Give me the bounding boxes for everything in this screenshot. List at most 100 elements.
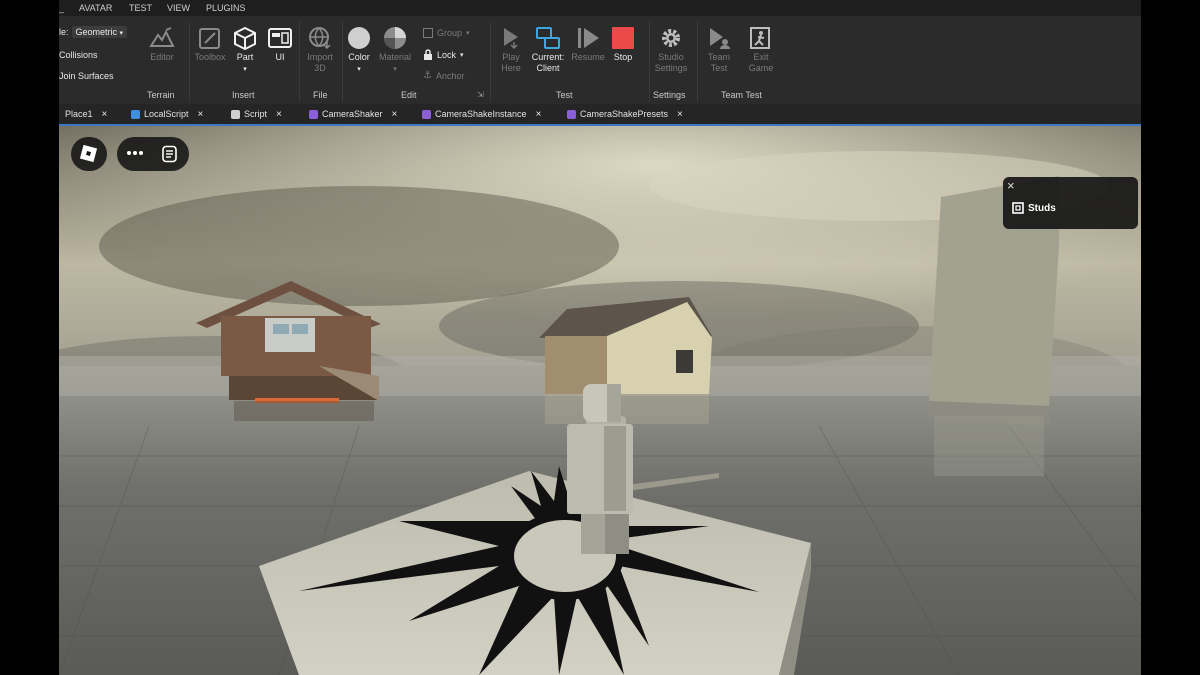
tab-label: CameraShakePresets xyxy=(580,109,669,119)
close-icon[interactable]: × xyxy=(198,109,204,120)
more-options-button[interactable] xyxy=(125,150,145,156)
divider xyxy=(649,22,650,102)
chevron-down-icon: ▾ xyxy=(357,66,361,73)
tab-label: LocalScript xyxy=(144,109,189,119)
roblox-logo-icon xyxy=(79,144,98,163)
chevron-down-icon: ▾ xyxy=(460,51,464,59)
part-cube-icon xyxy=(234,26,256,50)
stop-label: Stop xyxy=(613,52,633,62)
more-dots-icon xyxy=(133,151,137,155)
play-here-button[interactable]: Play Here xyxy=(495,26,527,74)
tab-camerashaker[interactable]: CameraShaker × xyxy=(309,104,397,124)
tab-place1[interactable]: Place1 × xyxy=(65,104,107,124)
divider xyxy=(697,22,698,102)
color-label: Color xyxy=(348,52,370,62)
terrain-mode-dropdown[interactable]: Geometric ▾ xyxy=(71,26,128,38)
group-button[interactable]: Group ▾ xyxy=(423,28,470,38)
test-group-label: Test xyxy=(556,90,573,100)
terrain-editor-icon xyxy=(149,27,175,47)
resume-icon xyxy=(578,28,599,48)
part-button[interactable]: Part ▾ xyxy=(229,26,261,73)
menu-item-fragment[interactable]: _ xyxy=(59,3,64,13)
team-test-label: Test xyxy=(710,63,728,73)
resume-label: Resume xyxy=(571,52,605,62)
chevron-down-icon: ▾ xyxy=(393,66,397,73)
document-tab-bar: Place1 × LocalScript × Script × CameraSh… xyxy=(59,104,1141,126)
stop-button[interactable]: Stop xyxy=(609,26,637,63)
ui-button[interactable]: UI xyxy=(265,26,295,63)
tab-script[interactable]: Script × xyxy=(231,104,282,124)
menu-item-view[interactable]: VIEW xyxy=(167,3,190,13)
terrain-mode-row: le: Geometric ▾ xyxy=(59,26,128,38)
color-button[interactable]: Color ▾ xyxy=(344,26,374,73)
exit-game-label: Game xyxy=(748,63,774,73)
toolbox-label: Toolbox xyxy=(194,52,226,62)
game-viewport[interactable]: × Studs xyxy=(59,126,1141,675)
tab-camerashakepresets[interactable]: CameraShakePresets × xyxy=(567,104,683,124)
lock-button[interactable]: Lock ▾ xyxy=(423,49,464,60)
import-label: Import xyxy=(307,52,333,62)
tab-camerashakeinstance[interactable]: CameraShakeInstance × xyxy=(422,104,541,124)
exit-game-button[interactable]: Exit Game xyxy=(745,26,777,74)
team-test-group-label: Team Test xyxy=(721,90,762,100)
insert-group-label: Insert xyxy=(232,90,255,100)
material-label: Material xyxy=(378,52,411,62)
more-dots-icon xyxy=(127,151,131,155)
chat-icon xyxy=(162,145,177,163)
chevron-down-icon: ▾ xyxy=(243,66,247,73)
more-dots-icon xyxy=(139,151,143,155)
import-3d-button[interactable]: Import 3D xyxy=(305,26,335,74)
lock-icon xyxy=(424,49,432,60)
roblox-studio-window: _ AVATAR TEST VIEW PLUGINS le: Geometric… xyxy=(59,0,1141,675)
close-icon[interactable]: × xyxy=(677,109,683,120)
import-3d-label: 3D xyxy=(314,63,326,73)
toolbox-icon xyxy=(199,28,220,49)
tab-localscript[interactable]: LocalScript × xyxy=(131,104,203,124)
tab-label: Script xyxy=(244,109,268,119)
join-surfaces-toggle[interactable]: Join Surfaces xyxy=(59,71,114,81)
edit-group-expand[interactable]: ⇲ xyxy=(477,90,484,99)
studs-logo-icon xyxy=(1012,202,1024,214)
chat-button[interactable] xyxy=(161,145,179,163)
close-icon[interactable]: × xyxy=(276,109,282,120)
client-label: Client xyxy=(536,63,560,73)
team-test-icon xyxy=(710,28,730,49)
tab-label: Place1 xyxy=(65,109,93,119)
close-icon[interactable]: × xyxy=(1007,178,1015,193)
anchor-label: Anchor xyxy=(435,70,465,81)
toolbox-button[interactable]: Toolbox xyxy=(193,26,227,63)
close-icon[interactable]: × xyxy=(392,109,398,120)
material-button[interactable]: Material ▾ xyxy=(377,26,413,73)
divider xyxy=(189,22,190,102)
group-label-text: Group xyxy=(437,28,463,38)
close-icon[interactable]: × xyxy=(102,109,108,120)
divider xyxy=(299,22,300,102)
menu-item-test[interactable]: TEST xyxy=(129,3,152,13)
ribbon-toolbar: le: Geometric ▾ Collisions Join Surfaces… xyxy=(59,16,1141,104)
current-client-button[interactable]: Current: Client xyxy=(529,26,567,74)
studio-settings-button[interactable]: Studio Settings xyxy=(653,26,689,74)
menu-item-plugins[interactable]: PLUGINS xyxy=(206,3,246,13)
team-test-button[interactable]: Team Test xyxy=(703,26,735,74)
exit-label: Exit xyxy=(753,52,769,62)
menu-item-avatar[interactable]: AVATAR xyxy=(79,3,112,13)
stop-square-icon xyxy=(612,27,634,49)
resume-button[interactable]: Resume xyxy=(570,26,606,63)
menu-bar: _ AVATAR TEST VIEW PLUGINS xyxy=(59,0,1141,16)
color-circle-icon xyxy=(348,27,370,49)
module-script-icon xyxy=(309,109,318,119)
close-icon[interactable]: × xyxy=(536,109,542,120)
chevron-down-icon: ▾ xyxy=(466,30,470,37)
tab-label: CameraShakeInstance xyxy=(435,109,527,119)
roblox-menu-button[interactable] xyxy=(71,137,107,171)
file-group-label: File xyxy=(313,90,328,100)
current-label: Current: xyxy=(531,52,565,62)
material-sphere-icon xyxy=(384,27,406,49)
anchor-button[interactable]: ⚓ Anchor xyxy=(423,70,465,81)
ui-label: UI xyxy=(275,52,285,62)
gear-icon xyxy=(662,29,680,47)
terrain-editor-button[interactable]: Editor xyxy=(145,26,179,63)
group-icon xyxy=(423,28,433,38)
edit-group-label: Edit xyxy=(401,90,417,100)
collisions-toggle[interactable]: Collisions xyxy=(59,50,98,60)
